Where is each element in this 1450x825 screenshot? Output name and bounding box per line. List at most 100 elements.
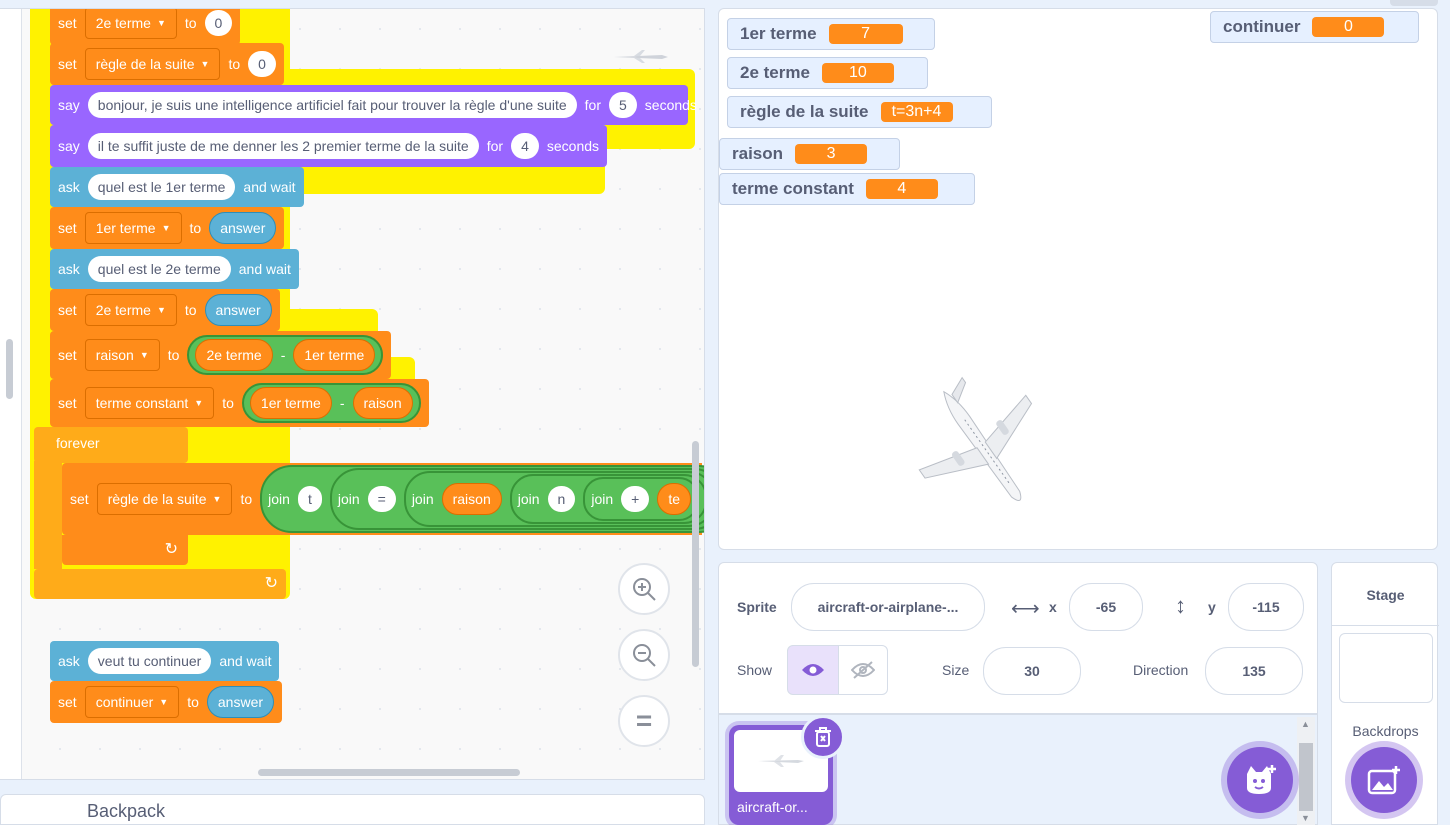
value-input[interactable]: 0	[248, 51, 276, 77]
stage-canvas[interactable]: 1er terme 7 2e terme 10 règle de la suit…	[718, 8, 1438, 550]
answer-reporter[interactable]: answer	[209, 212, 277, 244]
ask-and-wait-block[interactable]: ask veut tu continuer and wait	[50, 641, 280, 681]
ask-and-wait-block[interactable]: ask quel est le 2e terme and wait	[50, 249, 299, 289]
block-keyword: to	[240, 491, 253, 507]
join-operator[interactable]: join n join + te	[509, 474, 704, 524]
question-input[interactable]: quel est le 2e terme	[87, 256, 231, 282]
scroll-down-icon[interactable]: ▼	[1301, 813, 1310, 823]
variable-dropdown[interactable]: 1er terme ▼	[84, 212, 182, 244]
horizontal-scrollbar[interactable]	[258, 769, 520, 776]
variable-monitor[interactable]: terme constant 4	[719, 173, 975, 205]
set-variable-block[interactable]: set règle de la suite ▼ to join t join = …	[62, 463, 704, 535]
choose-sprite-button[interactable]	[1227, 747, 1293, 813]
block-keyword: set	[58, 347, 77, 363]
stage-thumbnail[interactable]	[1339, 633, 1433, 703]
airplane-sprite[interactable]	[909, 364, 1059, 534]
join-input[interactable]: t	[297, 486, 322, 512]
variable-dropdown[interactable]: raison ▼	[84, 339, 160, 371]
join-input[interactable]: =	[367, 486, 396, 512]
direction-input[interactable]: 135	[1205, 647, 1303, 695]
stage-target-panel[interactable]: Stage Backdrops	[1331, 562, 1439, 825]
code-area[interactable]: set 2e terme ▼ to 0 set règle de la suite…	[0, 8, 705, 780]
set-variable-block[interactable]: set continuer ▼ to answer	[50, 681, 283, 723]
loop-arrow-icon: ↻	[164, 541, 178, 558]
scroll-thumb[interactable]	[1299, 743, 1313, 811]
block-keyword: to	[184, 302, 197, 318]
block-keyword: ask	[58, 261, 80, 277]
variable-reporter[interactable]: raison	[352, 387, 413, 419]
variable-dropdown[interactable]: 2e terme ▼	[84, 9, 177, 39]
variable-monitor[interactable]: 2e terme 10	[727, 57, 928, 89]
set-variable-block[interactable]: set terme constant ▼ to 1er terme - raiso…	[50, 379, 429, 427]
size-input[interactable]: 30	[983, 647, 1081, 695]
x-position-input[interactable]: -65	[1069, 583, 1143, 631]
seconds-input[interactable]: 4	[511, 133, 539, 159]
say-text-input[interactable]: bonjour, je suis une intelligence artifi…	[87, 92, 577, 118]
set-variable-block[interactable]: set raison ▼ to 2e terme - 1er terme	[50, 331, 392, 379]
set-variable-block[interactable]: set 2e terme ▼ to answer	[50, 289, 280, 331]
sprite-name-input[interactable]: aircraft-or-airplane-...	[791, 583, 985, 631]
dropdown-arrow-icon: ▼	[156, 305, 166, 315]
join-operator[interactable]: join raison join n join + te	[403, 471, 704, 527]
say-for-seconds-block[interactable]: say bonjour, je suis une intelligence ar…	[50, 85, 697, 125]
variable-monitor[interactable]: raison 3	[719, 138, 900, 170]
variable-reporter[interactable]: 1er terme	[249, 387, 332, 419]
variable-reporter[interactable]: te	[657, 483, 692, 515]
variable-monitor[interactable]: continuer 0	[1210, 11, 1419, 43]
vertical-scrollbar[interactable]	[692, 441, 699, 667]
zoom-reset-icon: =	[635, 705, 653, 736]
subtract-operator[interactable]: 1er terme - raison	[241, 383, 421, 423]
zoom-reset-button[interactable]: =	[618, 695, 670, 747]
question-input[interactable]: veut tu continuer	[87, 648, 212, 674]
ask-and-wait-block[interactable]: ask quel est le 1er terme and wait	[50, 167, 304, 207]
set-variable-block[interactable]: set 1er terme ▼ to answer	[50, 207, 285, 249]
say-for-seconds-block[interactable]: say il te suffit juste de me denner les …	[50, 125, 608, 167]
variable-reporter[interactable]: 1er terme	[293, 339, 376, 371]
set-variable-block[interactable]: set 2e terme ▼ to 0	[50, 9, 241, 45]
block-keyword: for	[486, 138, 504, 154]
monitor-label: continuer	[1223, 17, 1301, 36]
variable-dropdown[interactable]: 2e terme ▼	[84, 294, 177, 326]
dropdown-arrow-icon: ▼	[159, 697, 169, 707]
answer-reporter[interactable]: answer	[206, 686, 275, 718]
join-operator[interactable]: join t join = join raison join n join + …	[260, 465, 704, 533]
forever-block[interactable]: forever	[34, 427, 188, 463]
monitor-value: 3	[795, 144, 868, 164]
join-operator[interactable]: join + te	[583, 477, 700, 521]
set-variable-block[interactable]: set règle de la suite ▼ to 0	[50, 43, 284, 85]
zoom-out-button[interactable]	[618, 629, 670, 681]
block-keyword: set	[58, 15, 77, 31]
variable-dropdown[interactable]: terme constant ▼	[84, 387, 215, 419]
block-keyword: forever	[56, 435, 100, 451]
join-operator[interactable]: join = join raison join n join + te	[329, 468, 704, 530]
scroll-up-icon[interactable]: ▲	[1301, 719, 1310, 729]
join-input[interactable]: +	[621, 486, 650, 512]
block-keyword: set	[70, 491, 89, 507]
vertical-scroll-thumb-left[interactable]	[6, 339, 13, 399]
say-text-input[interactable]: il te suffit juste de me denner les 2 pr…	[87, 133, 479, 159]
zoom-in-button[interactable]	[618, 563, 670, 615]
variable-reporter[interactable]: raison	[441, 483, 502, 515]
choose-backdrop-button[interactable]	[1351, 747, 1417, 813]
seconds-input[interactable]: 5	[608, 92, 637, 118]
y-position-input[interactable]: -115	[1228, 583, 1304, 631]
variable-reporter[interactable]: 2e terme	[195, 339, 273, 371]
eye-slash-icon	[851, 661, 875, 679]
value-input[interactable]: 0	[204, 10, 233, 36]
stage-size-toggle[interactable]	[1390, 0, 1438, 6]
variable-dropdown[interactable]: règle de la suite ▼	[84, 48, 221, 80]
question-input[interactable]: quel est le 1er terme	[87, 174, 236, 200]
backpack-header[interactable]: Backpack	[0, 794, 705, 825]
join-input[interactable]: n	[547, 486, 576, 512]
variable-dropdown[interactable]: continuer ▼	[84, 686, 180, 718]
variable-dropdown[interactable]: règle de la suite ▼	[96, 483, 233, 515]
variable-monitor[interactable]: règle de la suite t=3n+4	[727, 96, 992, 128]
variable-monitor[interactable]: 1er terme 7	[727, 18, 935, 50]
show-hidden-toggle[interactable]	[838, 645, 888, 695]
monitor-label: raison	[732, 144, 784, 163]
show-visible-toggle[interactable]	[787, 645, 839, 695]
delete-sprite-button[interactable]	[801, 715, 845, 759]
subtract-operator[interactable]: 2e terme - 1er terme	[187, 335, 384, 375]
answer-reporter[interactable]: answer	[204, 294, 272, 326]
sprite-list-scrollbar[interactable]: ▲ ▼	[1297, 717, 1315, 825]
